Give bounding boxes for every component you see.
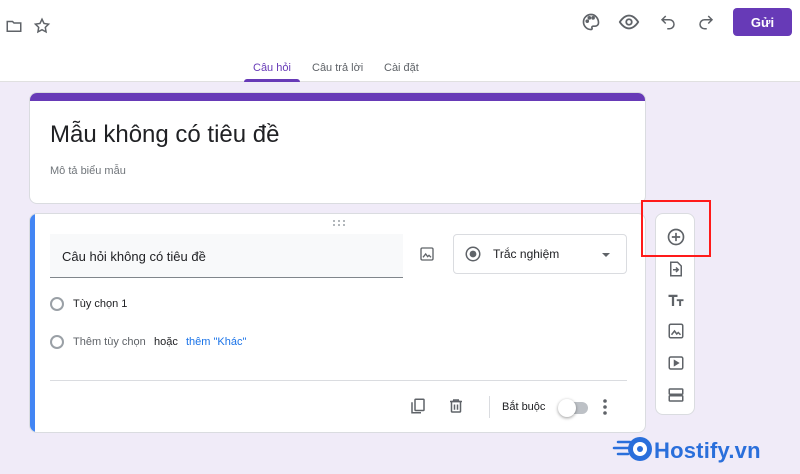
top-bar: Gửi: [0, 0, 800, 54]
add-image-icon[interactable]: [417, 244, 437, 264]
dropdown-arrow-icon: [600, 249, 612, 261]
star-icon[interactable]: [32, 16, 52, 36]
question-card[interactable]: Câu hỏi không có tiêu đề Trắc nghiệm Tùy…: [29, 213, 646, 433]
add-image-icon[interactable]: [665, 320, 687, 342]
redo-icon[interactable]: [695, 11, 717, 33]
add-title-icon[interactable]: [665, 289, 687, 311]
hostify-logo-icon: [612, 437, 652, 461]
active-tab-indicator: [244, 79, 300, 82]
question-type-label: Trắc nghiệm: [493, 247, 560, 261]
required-label: Bắt buộc: [502, 401, 546, 413]
preview-eye-icon[interactable]: [618, 11, 640, 33]
more-options-icon[interactable]: [598, 397, 612, 417]
import-questions-icon[interactable]: [665, 258, 687, 280]
undo-icon[interactable]: [657, 11, 679, 33]
highlight-annotation: [641, 200, 711, 257]
form-description-field[interactable]: Mô tả biểu mẫu: [50, 165, 126, 177]
send-button[interactable]: Gửi: [733, 8, 792, 36]
option-radio: [50, 297, 64, 311]
radio-button-icon: [464, 245, 482, 263]
add-option-link[interactable]: Thêm tùy chọn: [73, 336, 146, 348]
form-title-card: Mẫu không có tiêu đề Mô tả biểu mẫu: [29, 92, 646, 204]
footer-separator: [489, 396, 490, 418]
footer-divider: [50, 380, 627, 381]
delete-icon[interactable]: [446, 395, 466, 417]
add-video-icon[interactable]: [665, 352, 687, 374]
palette-icon[interactable]: [580, 11, 602, 33]
tab-settings[interactable]: Cài đặt: [384, 62, 419, 74]
add-other-link[interactable]: thêm "Khác": [186, 336, 246, 348]
drag-handle-icon[interactable]: [332, 219, 346, 227]
folder-icon[interactable]: [4, 16, 24, 36]
duplicate-icon[interactable]: [408, 395, 428, 417]
add-section-icon[interactable]: [665, 384, 687, 406]
form-title[interactable]: Mẫu không có tiêu đề: [50, 121, 280, 149]
question-title-input[interactable]: Câu hỏi không có tiêu đề: [50, 234, 403, 278]
or-text: hoặc: [154, 336, 178, 348]
tab-questions[interactable]: Câu hỏi: [253, 62, 291, 74]
watermark-text: Hostify.vn: [654, 438, 761, 463]
option-1-label[interactable]: Tùy chọn 1: [73, 298, 127, 310]
tab-responses[interactable]: Câu trả lời: [312, 62, 363, 74]
add-option-radio: [50, 335, 64, 349]
active-question-strip: [30, 214, 35, 432]
watermark: Hostify.vn: [612, 432, 798, 470]
required-toggle-knob[interactable]: [558, 399, 576, 417]
question-type-select[interactable]: Trắc nghiệm: [453, 234, 627, 274]
accent-strip: [30, 93, 645, 101]
